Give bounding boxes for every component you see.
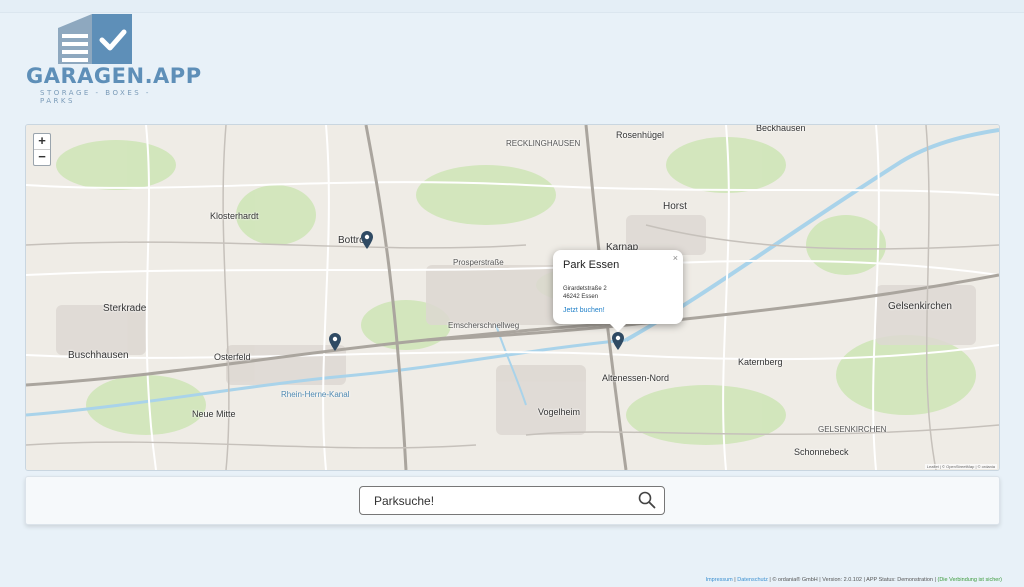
map-label-sterkrade: Sterkrade [103, 303, 147, 314]
map-label-katernberg: Katernberg [738, 357, 783, 367]
map-label-schonnebeck: Schonnebeck [794, 447, 849, 457]
footer: Impressum | Datenschutz | © ordania® Gmb… [706, 577, 1002, 583]
map-view[interactable]: + − RECKLINGHAUSEN Beckhausen Rosenhügel… [25, 124, 1000, 471]
connection-status: (Die Verbindung ist sicher) [937, 577, 1002, 583]
map-attribution[interactable]: Leaflet | © OpenStreetMap | © ordania [924, 464, 997, 469]
map-marker-park-essen[interactable] [612, 332, 624, 350]
popup-title: Park Essen [563, 259, 620, 271]
map-label-gelsenkirchen: Gelsenkirchen [888, 301, 952, 312]
map-label-beckhausen: Beckhausen [756, 124, 806, 133]
map-label-buschhausen: Buschhausen [68, 350, 129, 361]
search-box[interactable] [359, 486, 665, 515]
map-label-altenessen-nord: Altenessen-Nord [602, 373, 670, 383]
map-marker-bottrop[interactable] [361, 231, 373, 249]
parking-search-input[interactable] [372, 491, 626, 511]
impressum-link[interactable]: Impressum [706, 577, 733, 583]
map-marker-osterfeld[interactable] [329, 333, 341, 351]
popup-city: 46242 Essen [563, 294, 599, 300]
logo-brand-text: GARAGEN.APP [26, 64, 202, 88]
map-tiles[interactable] [26, 125, 999, 470]
logo-tagline: STORAGE - BOXES - PARKS [40, 89, 151, 105]
book-now-link[interactable]: Jetzt buchen! [563, 307, 605, 314]
popup-street: Girardetstraße 2 [563, 286, 607, 292]
search-panel [25, 476, 1000, 525]
map-label-horst: Horst [663, 201, 687, 212]
zoom-out-button[interactable]: − [34, 149, 50, 165]
garage-check-icon [58, 14, 132, 64]
footer-info: | © ordania® GmbH | Version: 2.0.102 | A… [767, 577, 938, 583]
map-label-rosenhuegel: Rosenhügel [616, 130, 665, 140]
popup-close-button[interactable]: × [673, 253, 678, 263]
zoom-in-button[interactable]: + [34, 134, 50, 149]
map-label-gelsenkirchen-district: GELSENKIRCHEN [818, 425, 887, 434]
top-bar [0, 0, 1024, 13]
search-icon[interactable] [638, 491, 656, 509]
map-label-prosperstrasse: Prosperstraße [453, 258, 504, 267]
map-zoom-control: + − [33, 133, 51, 166]
map-label-neue-mitte: Neue Mitte [192, 409, 236, 419]
garagen-app-logo[interactable]: GARAGEN.APP STORAGE - BOXES - PARKS [26, 14, 202, 105]
map-label-rhein-herne-kanal: Rhein-Herne-Kanal [281, 390, 350, 399]
map-label-osterfeld: Osterfeld [214, 352, 251, 362]
map-label-vogelheim: Vogelheim [538, 407, 581, 417]
map-label-recklinghausen: RECKLINGHAUSEN [506, 139, 581, 148]
map-label-klosterhardt: Klosterhardt [210, 211, 259, 221]
map-popup: × Park Essen Girardetstraße 2 46242 Esse… [553, 250, 683, 332]
datenschutz-link[interactable]: Datenschutz [737, 577, 768, 583]
map-label-emscherschnellweg: Emscherschnellweg [448, 321, 520, 330]
